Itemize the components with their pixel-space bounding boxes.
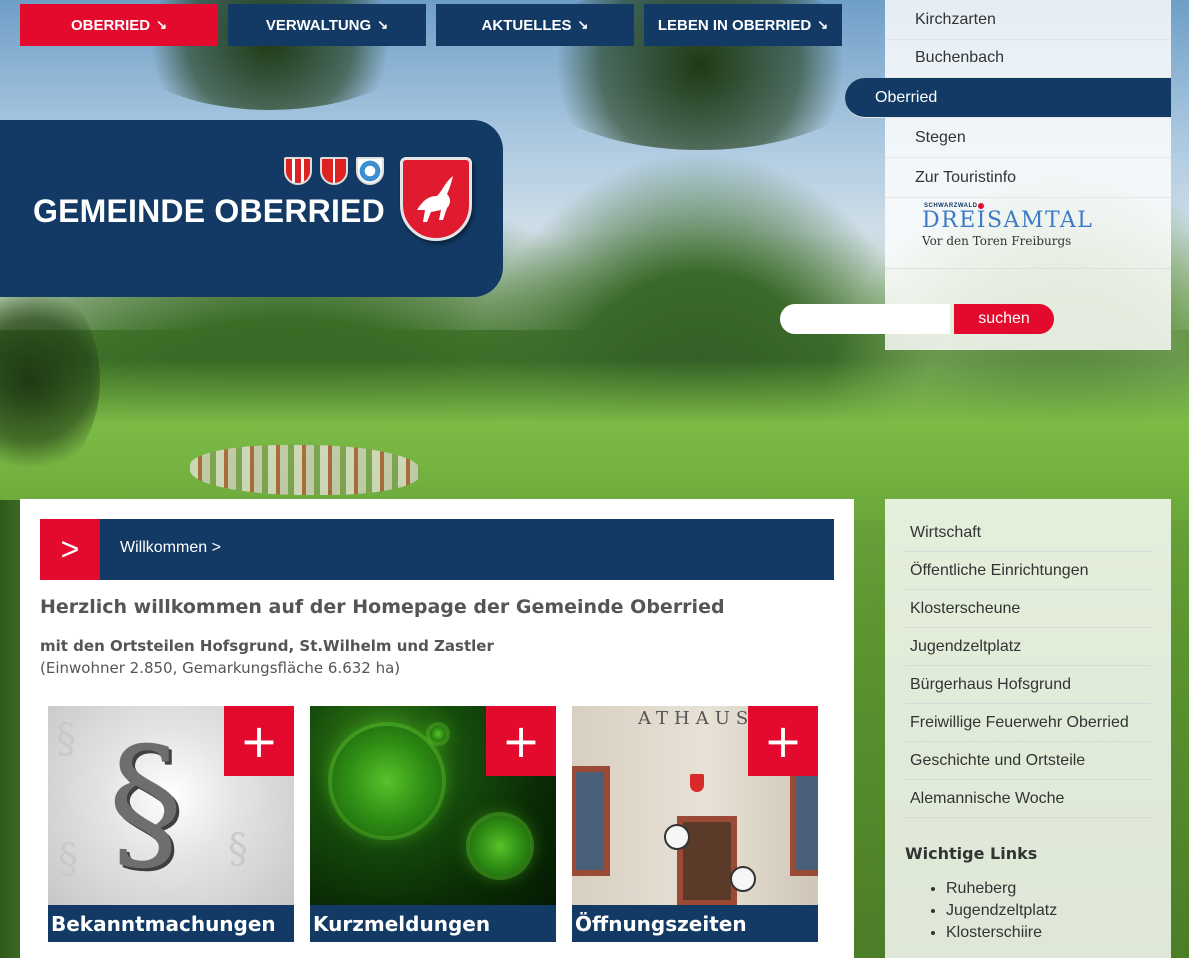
- nav-item-aktuelles[interactable]: AKTUELLES ↘: [436, 4, 634, 46]
- side-link-alemannische-woche[interactable]: Alemannische Woche: [905, 780, 1151, 818]
- important-link-jugendzeltplatz[interactable]: Jugendzeltplatz: [946, 902, 1057, 924]
- lamp-icon: [664, 824, 690, 850]
- main-navigation: OBERRIED ↘ VERWALTUNG ↘ AKTUELLES ↘ LEBE…: [20, 4, 842, 46]
- paragraph-icon: §: [108, 716, 183, 890]
- welcome-bar[interactable]: > Willkommen >: [40, 519, 834, 580]
- side-link-buergerhaus[interactable]: Bürgerhaus Hofsgrund: [905, 666, 1151, 704]
- tile-bekanntmachungen[interactable]: § § § § + Bekanntmachungen: [48, 706, 294, 942]
- side-link-geschichte[interactable]: Geschichte und Ortsteile: [905, 742, 1151, 780]
- virus-icon: [470, 816, 530, 876]
- arrow-down-right-icon: ↘: [156, 17, 168, 32]
- important-link-ruheberg[interactable]: Ruheberg: [946, 880, 1057, 902]
- virus-icon: [332, 726, 442, 836]
- important-link-klosterschiire[interactable]: Klosterschiire: [946, 924, 1057, 946]
- crest-zastler-icon: [356, 157, 384, 185]
- plus-icon[interactable]: +: [748, 706, 818, 776]
- plus-icon[interactable]: +: [224, 706, 294, 776]
- paragraph-bg-icon: §: [228, 826, 248, 872]
- paragraph-bg-icon: §: [58, 836, 78, 882]
- paragraph-bg-icon: §: [56, 716, 76, 762]
- nav-item-leben-in-oberried[interactable]: LEBEN IN OBERRIED ↘: [644, 4, 842, 46]
- partner-link-buchenbach[interactable]: Buchenbach: [885, 38, 1171, 78]
- side-link-wirtschaft[interactable]: Wirtschaft: [905, 514, 1151, 552]
- side-link-jugendzeltplatz[interactable]: Jugendzeltplatz: [905, 628, 1151, 666]
- tile-oeffnungszeiten[interactable]: ATHAUS + Öffnungszeiten: [572, 706, 818, 942]
- logo-sub-text: Vor den Toren Freiburgs: [922, 234, 1072, 248]
- arrow-down-right-icon: ↘: [377, 17, 389, 32]
- hero-village: [190, 445, 420, 495]
- partner-link-kirchzarten[interactable]: Kirchzarten: [885, 0, 1171, 40]
- window: [790, 766, 818, 876]
- districts-text: mit den Ortsteilen Hofsgrund, St.Wilhelm…: [40, 637, 494, 655]
- hero-meadow: [0, 360, 1189, 520]
- tile-caption: Öffnungszeiten: [572, 905, 818, 942]
- side-link-feuerwehr[interactable]: Freiwillige Feuerwehr Oberried: [905, 704, 1151, 742]
- nav-item-oberried[interactable]: OBERRIED ↘: [20, 4, 218, 46]
- important-links-title: Wichtige Links: [905, 844, 1038, 863]
- lamp-icon: [730, 866, 756, 892]
- site-title[interactable]: GEMEINDE OBERRIED: [33, 193, 385, 230]
- crest-icon: [690, 774, 704, 792]
- logo-big-text: DREISAMTAL: [922, 208, 1094, 233]
- welcome-bar-label: Willkommen >: [120, 539, 221, 556]
- tile-caption: Kurzmeldungen: [310, 905, 556, 942]
- town-hall-sign: ATHAUS: [638, 708, 755, 729]
- crest-hofsgrund-icon: [284, 157, 312, 185]
- partner-link-touristinfo[interactable]: Zur Touristinfo: [885, 158, 1171, 198]
- tile-caption: Bekanntmachungen: [48, 905, 294, 942]
- crest-st-wilhelm-icon: [320, 157, 348, 185]
- chevron-right-icon: >: [40, 519, 100, 580]
- side-link-klosterscheune[interactable]: Klosterscheune: [905, 590, 1151, 628]
- arrow-down-right-icon: ↘: [817, 17, 829, 32]
- nav-item-label: AKTUELLES: [481, 16, 572, 34]
- arrow-down-right-icon: ↘: [577, 17, 589, 32]
- tile-kurzmeldungen[interactable]: + Kurzmeldungen: [310, 706, 556, 942]
- nav-item-verwaltung[interactable]: VERWALTUNG ↘: [228, 4, 426, 46]
- nav-item-label: VERWALTUNG: [265, 16, 372, 34]
- search-input[interactable]: [780, 304, 950, 334]
- dreisamtal-logo[interactable]: SCHWARZWALD DREISAMTAL Vor den Toren Fre…: [922, 203, 1092, 249]
- important-links-list: Ruheberg Jugendzeltplatz Klosterschiire: [928, 880, 1057, 946]
- search-button[interactable]: suchen: [954, 304, 1054, 334]
- oberried-crest-icon: [400, 157, 472, 241]
- nav-item-label: OBERRIED: [70, 16, 151, 34]
- district-crests: [284, 157, 384, 185]
- main-content: > Willkommen > Herzlich willkommen auf d…: [20, 499, 854, 958]
- plus-icon[interactable]: +: [486, 706, 556, 776]
- virus-icon: [430, 726, 446, 742]
- partner-link-stegen[interactable]: Stegen: [885, 118, 1171, 158]
- population-text: (Einwohner 2.850, Gemarkungsfläche 6.632…: [40, 659, 401, 677]
- divider: [885, 268, 1171, 269]
- side-link-oeffentliche-einrichtungen[interactable]: Öffentliche Einrichtungen: [905, 552, 1151, 590]
- nav-item-label: LEBEN IN OBERRIED: [657, 16, 812, 34]
- partner-link-oberried[interactable]: Oberried: [845, 78, 1171, 118]
- window: [572, 766, 610, 876]
- ibex-icon: [417, 176, 453, 222]
- page-headline: Herzlich willkommen auf der Homepage der…: [40, 596, 725, 618]
